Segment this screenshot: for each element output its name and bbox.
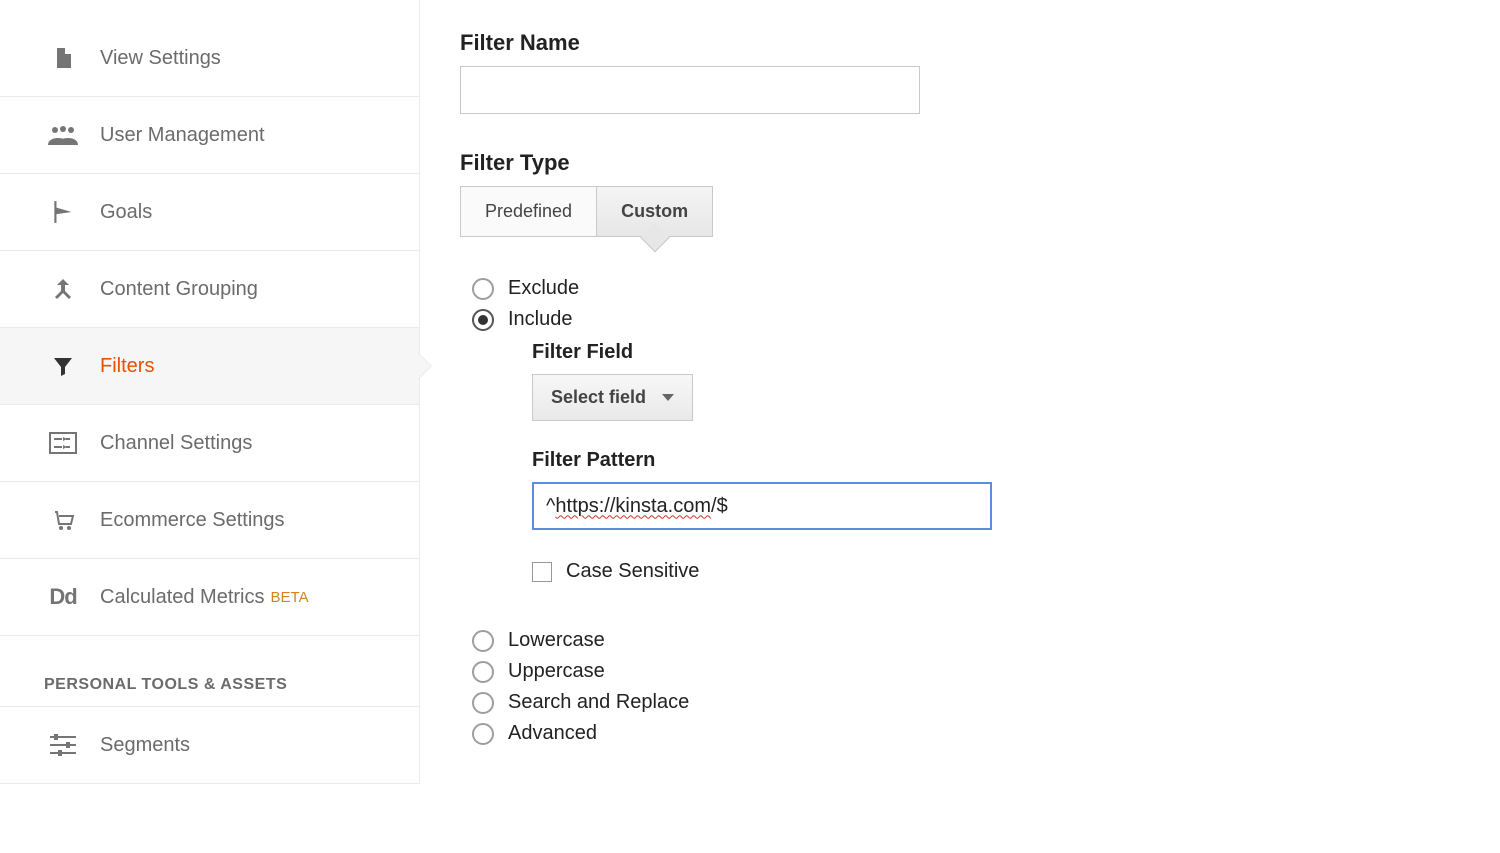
sidebar-item-label: Channel Settings [100,432,252,455]
main-content: Filter Name Filter Type Predefined Custo… [420,0,1500,784]
filter-field-select[interactable]: Select field [532,374,693,421]
people-icon [46,121,80,149]
tab-predefined[interactable]: Predefined [460,186,597,237]
pattern-text-suffix: /$ [711,495,728,518]
filter-name-label: Filter Name [460,30,1460,56]
sidebar-item-label: Goals [100,201,152,224]
merge-icon [46,275,80,303]
include-subsection: Filter Field Select field Filter Pattern… [532,341,1460,583]
radio-label: Exclude [508,277,579,300]
sidebar-item-label: Segments [100,734,190,757]
sidebar: View Settings User Management Goals Cont… [0,0,420,784]
filter-field-value: Select field [551,387,646,408]
filter-field-label: Filter Field [532,341,1460,364]
checkbox-label: Case Sensitive [566,560,699,583]
case-sensitive-checkbox[interactable]: Case Sensitive [532,560,1460,583]
sidebar-item-goals[interactable]: Goals [0,174,419,251]
pattern-text-wavy: https://kinsta.com [555,495,711,518]
sidebar-item-user-management[interactable]: User Management [0,97,419,174]
radio-circle-icon [472,309,494,331]
pattern-text-prefix: ^ [546,495,555,518]
radio-circle-icon [472,278,494,300]
radio-label: Search and Replace [508,691,689,714]
radio-label: Lowercase [508,629,605,652]
filter-pattern-label: Filter Pattern [532,449,1460,472]
filter-type-tabs: Predefined Custom [460,186,1460,237]
filter-pattern-input[interactable]: ^https://kinsta.com/$ [532,482,992,530]
sidebar-item-label: Content Grouping [100,278,258,301]
sidebar-item-filters[interactable]: Filters [0,328,419,405]
chevron-down-icon [662,394,674,401]
radio-circle-icon [472,630,494,652]
dd-icon: Dd [46,583,80,611]
sidebar-item-label: View Settings [100,47,221,70]
radio-search-and-replace[interactable]: Search and Replace [472,691,1460,714]
radio-lowercase[interactable]: Lowercase [472,629,1460,652]
radio-include[interactable]: Include [472,308,1460,331]
sidebar-item-calculated-metrics[interactable]: Dd Calculated Metrics BETA [0,559,419,636]
sidebar-item-label: Calculated Metrics [100,586,265,609]
sidebar-item-label: Filters [100,355,154,378]
sidebar-item-ecommerce-settings[interactable]: Ecommerce Settings [0,482,419,559]
channel-icon [46,429,80,457]
cart-icon [46,506,80,534]
sidebar-item-label: Ecommerce Settings [100,509,285,532]
radio-circle-icon [472,692,494,714]
funnel-icon [46,352,80,380]
sidebar-item-channel-settings[interactable]: Channel Settings [0,405,419,482]
sidebar-item-content-grouping[interactable]: Content Grouping [0,251,419,328]
radio-circle-icon [472,723,494,745]
radio-advanced[interactable]: Advanced [472,722,1460,745]
radio-label: Advanced [508,722,597,745]
sliders-icon [46,731,80,759]
sidebar-item-view-settings[interactable]: View Settings [0,20,419,97]
checkbox-icon [532,562,552,582]
radio-exclude[interactable]: Exclude [472,277,1460,300]
filter-type-label: Filter Type [460,150,1460,176]
radio-label: Include [508,308,573,331]
sidebar-section-heading: PERSONAL TOOLS & ASSETS [0,636,419,706]
radio-uppercase[interactable]: Uppercase [472,660,1460,683]
filter-name-input[interactable] [460,66,920,114]
sidebar-item-segments[interactable]: Segments [0,706,419,784]
radio-label: Uppercase [508,660,605,683]
beta-badge: BETA [271,589,309,606]
flag-icon [46,198,80,226]
sidebar-item-label: User Management [100,124,265,147]
radio-circle-icon [472,661,494,683]
tab-custom[interactable]: Custom [597,186,713,237]
page-icon [46,44,80,72]
